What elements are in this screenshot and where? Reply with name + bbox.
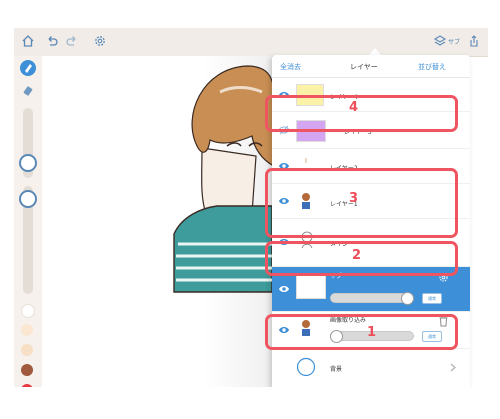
color-swatch-white[interactable]: [21, 304, 35, 318]
clear-all-button[interactable]: 全消去: [280, 62, 301, 72]
home-icon[interactable]: [20, 34, 36, 50]
color-swatch-cream[interactable]: [21, 324, 33, 336]
layer-name: 背景: [330, 366, 343, 373]
layer-opacity-slider[interactable]: [330, 292, 414, 305]
visibility-eye-icon[interactable]: [278, 284, 290, 294]
chevron-right-icon[interactable]: [450, 363, 456, 372]
color-swatch-brown[interactable]: [21, 364, 33, 376]
top-toolbar: サブ: [14, 28, 488, 57]
layer-panel-title: レイヤー: [350, 63, 378, 71]
drawing-canvas[interactable]: [42, 56, 275, 387]
gear-icon[interactable]: [92, 34, 108, 50]
color-swatch-red[interactable]: [21, 384, 33, 387]
highlight-box-3: [265, 168, 458, 238]
layers-label[interactable]: サブ: [448, 37, 460, 46]
annotation-number-2: 2: [352, 248, 362, 263]
highlight-box-2: [265, 241, 458, 276]
annotation-number-4: 4: [349, 100, 359, 115]
color-swatch-skin[interactable]: [21, 344, 33, 356]
annotation-number-3: 3: [349, 191, 359, 206]
character-illustration: [173, 65, 275, 293]
layer-thumbnail: [296, 273, 326, 299]
layer-row[interactable]: 背景: [272, 349, 470, 387]
highlight-box-1: [265, 314, 458, 350]
brush-opacity-knob[interactable]: [19, 190, 37, 208]
undo-icon[interactable]: [44, 34, 60, 50]
app-window: サブ 全消去 レイヤー 並び替え レイヤー4 レイヤー3 レイヤー2 レイヤー1…: [14, 28, 488, 387]
highlight-box-4: [265, 95, 458, 132]
blend-mode-button[interactable]: 通常: [422, 293, 442, 304]
brush-opacity-slider[interactable]: [19, 186, 37, 294]
layers-icon[interactable]: [432, 34, 448, 50]
pen-tool-icon[interactable]: [20, 60, 36, 76]
share-icon[interactable]: [466, 34, 482, 50]
redo-icon[interactable]: [64, 34, 80, 50]
annotation-number-1: 1: [367, 325, 377, 340]
panel-caret: [369, 48, 381, 55]
reorder-button[interactable]: 並び替え: [418, 62, 446, 72]
brush-size-knob[interactable]: [19, 154, 37, 172]
eraser-tool-icon[interactable]: [20, 82, 36, 98]
layer-opacity-knob[interactable]: [401, 292, 414, 305]
brush-size-slider[interactable]: [19, 108, 37, 178]
background-color-icon[interactable]: [296, 357, 316, 377]
layer-panel-header: 全消去 レイヤー 並び替え: [272, 55, 470, 78]
tool-sidebar: [14, 56, 43, 387]
